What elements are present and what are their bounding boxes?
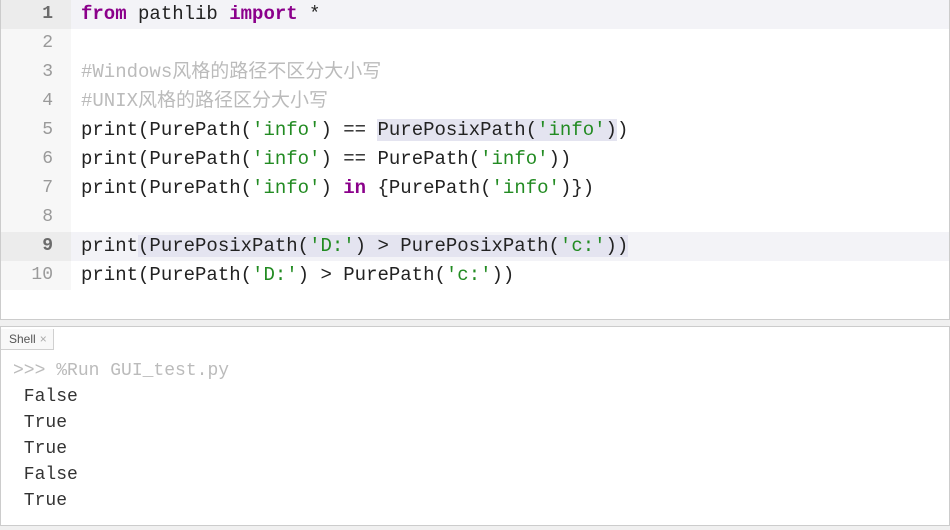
- code-line[interactable]: 5print(PurePath('info') == PurePosixPath…: [1, 116, 949, 145]
- code-line[interactable]: 7print(PurePath('info') in {PurePath('in…: [1, 174, 949, 203]
- line-number: 3: [1, 58, 71, 87]
- code-line[interactable]: 10print(PurePath('D:') > PurePath('c:')): [1, 261, 949, 290]
- shell-panel: Shell × >>> %Run GUI_test.py False True T…: [0, 326, 950, 526]
- shell-output-text: False True True False True: [13, 387, 78, 511]
- code-text[interactable]: print(PurePath('info') == PurePath('info…: [71, 145, 949, 174]
- line-number: 8: [1, 203, 71, 232]
- code-text[interactable]: #Windows风格的路径不区分大小写: [71, 58, 949, 87]
- code-line[interactable]: 8: [1, 203, 949, 232]
- line-number: 6: [1, 145, 71, 174]
- shell-tab-label: Shell: [9, 332, 36, 346]
- code-editor[interactable]: 1from pathlib import *23#Windows风格的路径不区分…: [0, 0, 950, 320]
- code-text[interactable]: print(PurePath('D:') > PurePath('c:')): [71, 261, 949, 290]
- code-text[interactable]: print(PurePath('info') in {PurePath('inf…: [71, 174, 949, 203]
- line-number: 10: [1, 261, 71, 290]
- line-number: 4: [1, 87, 71, 116]
- code-text[interactable]: print(PurePath('info') == PurePosixPath(…: [71, 116, 949, 145]
- code-line[interactable]: 2: [1, 29, 949, 58]
- code-text[interactable]: #UNIX风格的路径区分大小写: [71, 87, 949, 116]
- shell-prompt: >>>: [13, 361, 56, 381]
- line-number: 1: [1, 0, 71, 29]
- code-text[interactable]: [71, 29, 949, 58]
- code-line[interactable]: 3#Windows风格的路径不区分大小写: [1, 58, 949, 87]
- shell-output[interactable]: >>> %Run GUI_test.py False True True Fal…: [1, 350, 949, 522]
- close-icon[interactable]: ×: [40, 332, 47, 346]
- line-number: 7: [1, 174, 71, 203]
- code-text[interactable]: from pathlib import *: [71, 0, 949, 29]
- line-number: 9: [1, 232, 71, 261]
- code-line[interactable]: 4#UNIX风格的路径区分大小写: [1, 87, 949, 116]
- shell-run-command: %Run GUI_test.py: [56, 361, 229, 381]
- shell-tab[interactable]: Shell ×: [1, 329, 54, 350]
- code-text[interactable]: [71, 203, 949, 232]
- code-line[interactable]: 1from pathlib import *: [1, 0, 949, 29]
- line-number: 5: [1, 116, 71, 145]
- line-number: 2: [1, 29, 71, 58]
- code-line[interactable]: 6print(PurePath('info') == PurePath('inf…: [1, 145, 949, 174]
- code-line[interactable]: 9print(PurePosixPath('D:') > PurePosixPa…: [1, 232, 949, 261]
- code-text[interactable]: print(PurePosixPath('D:') > PurePosixPat…: [71, 232, 949, 261]
